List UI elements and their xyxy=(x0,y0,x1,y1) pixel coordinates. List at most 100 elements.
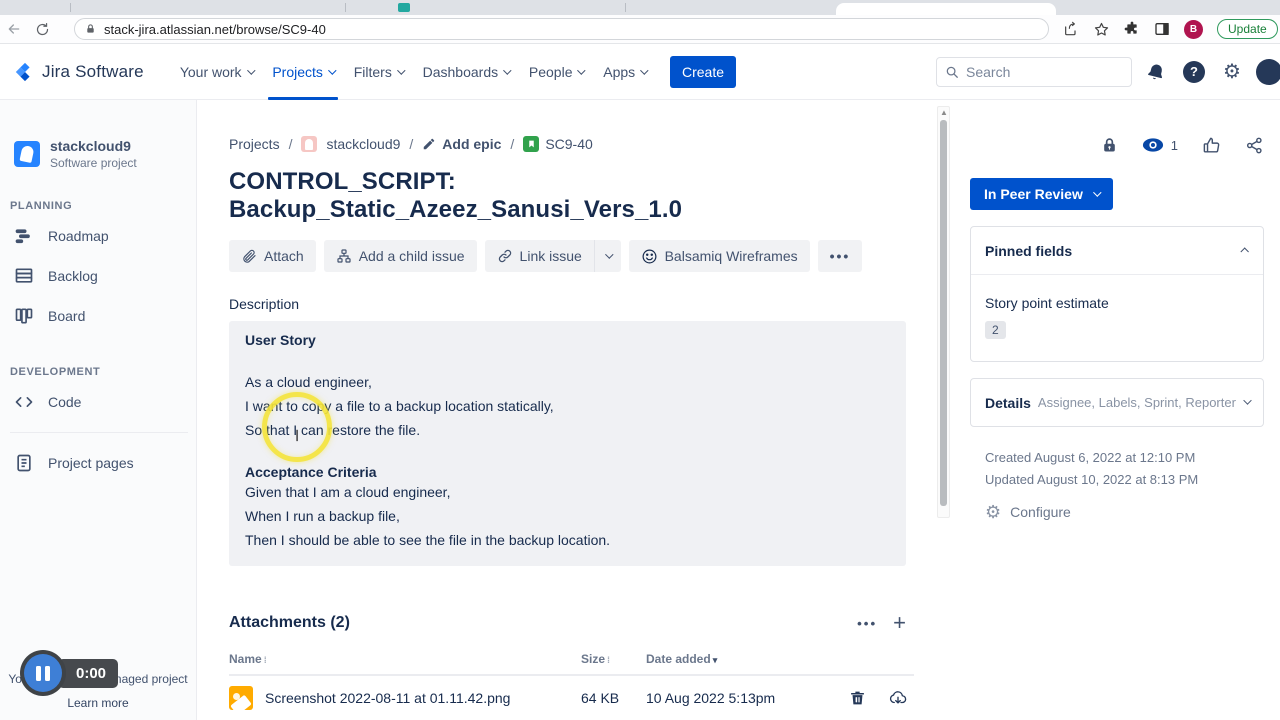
attachment-row[interactable]: Screenshot 2022-08-11 at 01.11.42.png 64… xyxy=(229,675,914,720)
balsamiq-wireframes-button[interactable]: Balsamiq Wireframes xyxy=(628,240,810,272)
chrome-update-button[interactable]: Update xyxy=(1217,19,1278,39)
download-attachment-icon[interactable] xyxy=(888,689,908,707)
search-input[interactable] xyxy=(966,63,1106,80)
updated-date: Updated August 10, 2022 at 8:13 PM xyxy=(985,472,1199,487)
issue-actions: Attach Add a child issue Link issue Bals… xyxy=(229,240,906,272)
recording-timer: 0:00 xyxy=(58,658,119,688)
user-avatar[interactable] xyxy=(1256,58,1280,85)
link-icon xyxy=(498,249,511,263)
active-tab[interactable] xyxy=(836,3,1056,15)
scroll-up-arrow[interactable]: ▲ xyxy=(940,109,948,117)
issue-title[interactable]: CONTROL_SCRIPT: Backup_Static_Azeez_Sanu… xyxy=(229,168,906,224)
vote-thumbs-up-icon[interactable] xyxy=(1202,136,1221,155)
url-bar[interactable]: stack-jira.atlassian.net/browse/SC9-40 xyxy=(74,18,1049,40)
smiley-icon xyxy=(642,249,657,263)
back-icon[interactable] xyxy=(0,17,28,41)
learn-more-link[interactable]: Learn more xyxy=(67,696,128,710)
bookmark-star-icon[interactable] xyxy=(1093,21,1110,38)
scrollbar-thumb[interactable] xyxy=(940,120,947,506)
attachments-more-button[interactable]: ••• xyxy=(857,616,877,631)
help-icon[interactable]: ? xyxy=(1180,58,1208,86)
chevron-up-icon xyxy=(1240,247,1249,257)
column-name[interactable]: Name ⁞ xyxy=(229,646,581,676)
browser-profile-avatar[interactable]: B xyxy=(1184,19,1203,39)
recording-overlay[interactable]: 0:00 xyxy=(20,650,119,696)
chevron-down-icon xyxy=(1093,188,1102,197)
pencil-icon xyxy=(424,138,435,150)
pause-button[interactable] xyxy=(20,650,66,696)
create-button[interactable]: Create xyxy=(669,55,736,88)
link-issue-dropdown-button[interactable] xyxy=(593,240,621,272)
sidebar-item-backlog[interactable]: Backlog xyxy=(15,256,188,296)
chevron-down-icon xyxy=(577,65,586,75)
description-line: Then I should be able to see the file in… xyxy=(245,532,611,548)
project-type: Software project xyxy=(50,156,137,170)
settings-gear-icon[interactable]: ⚙ xyxy=(1218,58,1246,86)
watchers[interactable]: 1 xyxy=(1142,137,1178,153)
description-label: Description xyxy=(229,296,300,312)
nav-filters[interactable]: Filters xyxy=(344,44,413,100)
sidebar-divider xyxy=(10,432,188,433)
breadcrumb: Projects / stackcloud9 / Add epic / SC9-… xyxy=(229,136,593,152)
attachment-size: 64 KB xyxy=(581,675,646,720)
paperclip-icon xyxy=(243,249,256,263)
nav-projects[interactable]: Projects xyxy=(262,44,343,100)
share-page-icon[interactable] xyxy=(1063,21,1079,37)
column-date-added[interactable]: Date added ▾ xyxy=(646,646,804,676)
jira-logo[interactable]: Jira Software xyxy=(14,61,144,83)
sidebar-item-code[interactable]: Code xyxy=(15,382,188,422)
attach-button[interactable]: Attach xyxy=(229,240,316,272)
extensions-puzzle-icon[interactable] xyxy=(1124,21,1140,37)
notifications-bell-icon[interactable] xyxy=(1142,58,1170,86)
site-lock-icon xyxy=(87,24,94,33)
brand-name: Jira Software xyxy=(42,61,144,81)
chevron-down-icon xyxy=(328,65,337,75)
add-attachment-button[interactable]: + xyxy=(893,612,906,634)
created-date: Created August 6, 2022 at 12:10 PM xyxy=(985,450,1196,465)
details-subtitle: Assignee, Labels, Sprint, Reporter xyxy=(1037,395,1236,410)
share-issue-icon[interactable] xyxy=(1245,136,1264,155)
breadcrumb-projects[interactable]: Projects xyxy=(229,136,280,152)
add-child-issue-button[interactable]: Add a child issue xyxy=(323,240,477,272)
content-scrollbar[interactable]: ▲ xyxy=(937,106,950,518)
link-issue-button[interactable]: Link issue xyxy=(484,240,594,272)
tab-favicon-icon[interactable] xyxy=(398,3,410,12)
details-card: Details Assignee, Labels, Sprint, Report… xyxy=(970,378,1264,427)
nav-people[interactable]: People xyxy=(519,44,593,100)
attachment-name[interactable]: Screenshot 2022-08-11 at 01.11.42.png xyxy=(265,690,510,706)
screen: stack-jira.atlassian.net/browse/SC9-40 B… xyxy=(0,0,1280,720)
breadcrumb-project-avatar xyxy=(301,136,318,152)
pinned-fields-card: Pinned fields Story point estimate 2 xyxy=(970,226,1264,362)
reload-icon[interactable] xyxy=(28,17,56,41)
status-dropdown[interactable]: In Peer Review xyxy=(970,178,1113,210)
sidebar-item-board[interactable]: Board xyxy=(15,296,188,336)
nav-your-work[interactable]: Your work xyxy=(170,44,263,100)
description-field[interactable]: User Story As a cloud engineer, I want t… xyxy=(229,321,906,566)
sidebar-item-roadmap[interactable]: Roadmap xyxy=(15,216,188,256)
breadcrumb-issue-key[interactable]: SC9-40 xyxy=(523,136,593,152)
chevron-down-icon xyxy=(1242,396,1252,406)
nav-apps[interactable]: Apps xyxy=(593,44,656,100)
code-icon xyxy=(14,392,34,412)
gear-icon: ⚙ xyxy=(985,502,1002,522)
breadcrumb-add-epic[interactable]: Add epic xyxy=(422,136,501,152)
side-panel-icon[interactable] xyxy=(1154,21,1170,37)
delete-attachment-icon[interactable] xyxy=(849,689,866,707)
nav-dashboards[interactable]: Dashboards xyxy=(413,44,519,100)
project-header[interactable]: stackcloud9 Software project xyxy=(14,138,188,170)
story-point-value[interactable]: 2 xyxy=(985,321,1006,339)
global-search[interactable] xyxy=(936,56,1132,87)
link-issue-split-button: Link issue xyxy=(484,240,621,272)
column-size[interactable]: Size ⁞ xyxy=(581,646,646,676)
section-planning: PLANNING xyxy=(10,200,73,212)
configure-button[interactable]: ⚙ Configure xyxy=(985,503,1264,521)
sidebar-item-project-pages[interactable]: Project pages xyxy=(17,443,188,483)
details-header[interactable]: Details Assignee, Labels, Sprint, Report… xyxy=(971,379,1263,426)
more-actions-button[interactable]: ••• xyxy=(817,240,863,272)
breadcrumb-project[interactable]: stackcloud9 xyxy=(326,136,400,152)
acceptance-criteria-heading: Acceptance Criteria xyxy=(245,464,377,480)
pinned-fields-header[interactable]: Pinned fields xyxy=(971,227,1263,274)
pages-icon xyxy=(14,453,34,473)
description-line: When I run a backup file, xyxy=(245,508,400,524)
lock-icon[interactable] xyxy=(1101,136,1118,155)
